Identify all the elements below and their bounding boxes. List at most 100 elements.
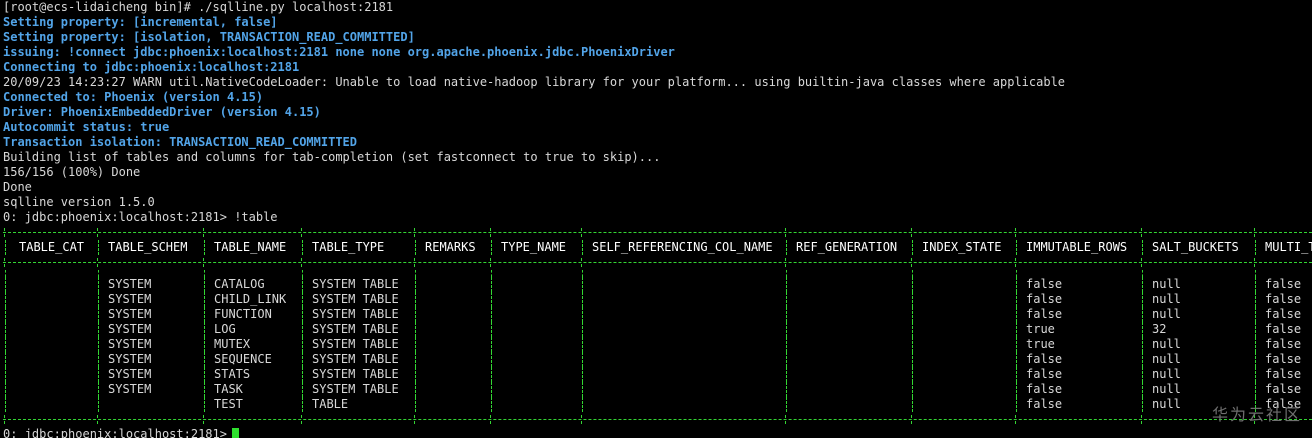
- table-row: SYSTEM TASK SYSTEM TABLE false null false: [3, 382, 1312, 397]
- table-column-divider: [582, 322, 583, 337]
- table-column-divider: [1142, 367, 1143, 382]
- table-cell: false: [1026, 292, 1063, 306]
- table-cell: SYSTEM TABLE: [312, 337, 399, 351]
- table-column-divider: [912, 382, 913, 397]
- table-row: SYSTEM SEQUENCE SYSTEM TABLE false null false: [3, 352, 1312, 367]
- table-column-divider: [302, 322, 303, 337]
- table-cell: CHILD_LINK: [214, 292, 287, 306]
- column-header: REMARKS: [425, 240, 476, 254]
- table-column-divider: [786, 292, 787, 307]
- output-line: 0: jdbc:phoenix:localhost:2181> !table: [3, 210, 278, 224]
- table-column-divider: [415, 367, 416, 382]
- table-column-divider: [204, 337, 205, 352]
- table-cell: false: [1265, 292, 1302, 306]
- table-top-border: [3, 225, 1312, 240]
- output-line: Connecting to jdbc:phoenix:localhost:218…: [3, 60, 300, 74]
- table-column-divider: [1255, 292, 1256, 307]
- table-column-divider: [912, 240, 913, 255]
- table-cell: SYSTEM TABLE: [312, 367, 399, 381]
- table-column-divider: [302, 337, 303, 352]
- table-row: SYSTEM CHILD_LINK SYSTEM TABLE false null fal…: [3, 292, 1312, 307]
- output-line: Setting property: [isolation, TRANSACTIO…: [3, 30, 415, 44]
- table-column-divider: [1016, 240, 1017, 255]
- table-column-divider: [1255, 307, 1256, 322]
- table-column-divider: [302, 367, 303, 382]
- table-column-divider: [1142, 352, 1143, 367]
- output-line: Transaction isolation: TRANSACTION_READ_…: [3, 135, 358, 149]
- table-cell: SYSTEM TABLE: [312, 352, 399, 366]
- table-cell: false: [1265, 322, 1302, 336]
- column-header: REF_GENERATION: [796, 240, 898, 254]
- table-column-divider: [5, 322, 6, 337]
- table-column-divider: [98, 337, 99, 352]
- table-cell: false: [1026, 352, 1063, 366]
- table-column-divider: [1255, 277, 1256, 292]
- table-column-divider: [204, 367, 205, 382]
- table-column-divider: [5, 382, 6, 397]
- table-cell: false: [1026, 382, 1063, 396]
- block-cursor-icon: [231, 428, 239, 438]
- table-column-divider: [5, 397, 6, 412]
- table-column-divider: [582, 240, 583, 255]
- table-column-divider: [491, 240, 492, 255]
- table-cell: null: [1152, 352, 1181, 366]
- table-column-divider: [302, 382, 303, 397]
- table-column-divider: [302, 397, 303, 412]
- table-column-divider: [912, 337, 913, 352]
- table-column-divider: [1142, 277, 1143, 292]
- output-line: Autocommit status: true: [3, 120, 170, 134]
- table-column-divider: [1255, 367, 1256, 382]
- table-cell: SYSTEM TABLE: [312, 277, 399, 291]
- table-column-divider: [415, 397, 416, 412]
- table-cell: false: [1026, 307, 1063, 321]
- table-column-divider: [415, 270, 416, 277]
- table-column-divider: [98, 382, 99, 397]
- table-cell: SYSTEM: [108, 352, 152, 366]
- table-column-divider: [204, 307, 205, 322]
- table-column-divider: [302, 352, 303, 367]
- table-cell: false: [1026, 367, 1063, 381]
- result-table: TABLE_CAT TABLE_SCHEM TABLE_NAME TABLE_TYPE…: [3, 225, 1312, 427]
- output-line: Connected to: Phoenix (version 4.15): [3, 90, 264, 104]
- table-column-divider: [1016, 352, 1017, 367]
- table-cell: SYSTEM TABLE: [312, 322, 399, 336]
- table-column-divider: [302, 270, 303, 277]
- table-column-divider: [1142, 397, 1143, 412]
- column-header: INDEX_STATE: [922, 240, 1002, 254]
- table-column-divider: [1255, 382, 1256, 397]
- table-column-divider: [302, 240, 303, 255]
- table-cell: TEST: [214, 397, 243, 411]
- table-cell: false: [1265, 382, 1302, 396]
- table-column-divider: [302, 307, 303, 322]
- table-column-divider: [98, 322, 99, 337]
- table-row: SYSTEM MUTEX SYSTEM TABLE true null false: [3, 337, 1312, 352]
- column-header: TABLE_CAT: [19, 240, 85, 254]
- table-column-divider: [786, 337, 787, 352]
- table-row-spacer: [3, 270, 1312, 277]
- table-column-divider: [1142, 270, 1143, 277]
- table-cell: SYSTEM: [108, 382, 152, 396]
- table-cell: SYSTEM TABLE: [312, 307, 399, 321]
- table-header-border: [3, 255, 1312, 270]
- table-column-divider: [5, 352, 6, 367]
- table-column-divider: [582, 292, 583, 307]
- table-column-divider: [491, 397, 492, 412]
- table-cell: false: [1265, 277, 1302, 291]
- table-column-divider: [98, 277, 99, 292]
- table-column-divider: [98, 270, 99, 277]
- terminal-window[interactable]: [root@ecs-lidaicheng bin]# ./sqlline.py …: [3, 0, 1312, 438]
- table-column-divider: [491, 337, 492, 352]
- table-column-divider: [5, 270, 6, 277]
- table-column-divider: [5, 367, 6, 382]
- table-cell: null: [1152, 367, 1181, 381]
- table-column-divider: [1016, 367, 1017, 382]
- table-cell: MUTEX: [214, 337, 251, 351]
- table-cell: STATS: [214, 367, 251, 381]
- table-column-divider: [204, 322, 205, 337]
- table-column-divider: [491, 292, 492, 307]
- table-cell: LOG: [214, 322, 236, 336]
- table-column-divider: [415, 337, 416, 352]
- table-column-divider: [5, 240, 6, 255]
- table-column-divider: [912, 270, 913, 277]
- command-prompt-line[interactable]: 0: jdbc:phoenix:localhost:2181>: [3, 427, 1312, 438]
